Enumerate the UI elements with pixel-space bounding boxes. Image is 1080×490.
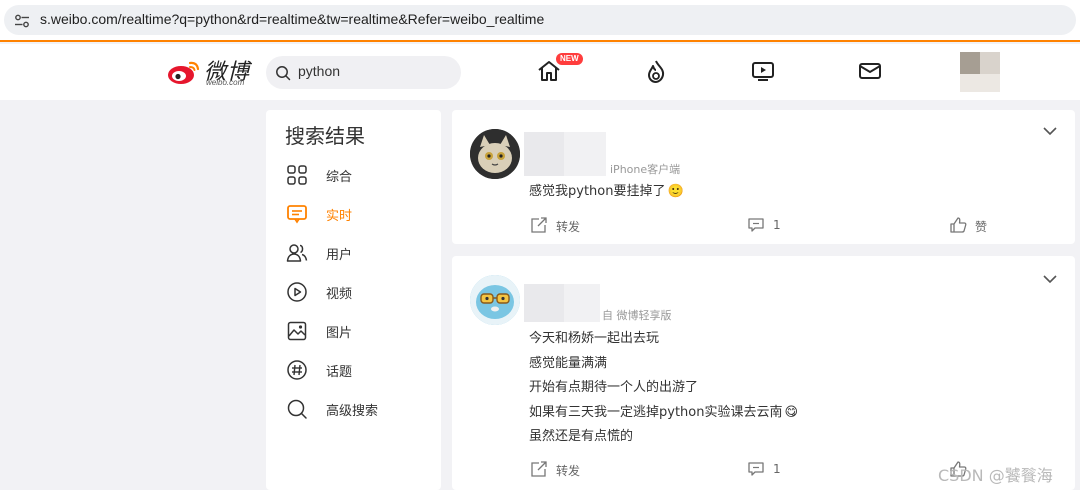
logo-subtext: weibo.com: [206, 78, 245, 87]
new-badge: NEW: [556, 53, 583, 65]
post-text-line: 感觉我python要挂掉了 🙂: [529, 184, 684, 199]
post-text-line: 如果有三天我一定逃掉python实验课去云南 😋: [529, 405, 799, 420]
play-icon: [287, 282, 307, 302]
emoji: 😋: [784, 405, 799, 420]
comment-icon: [748, 462, 764, 476]
sidebar-item-users[interactable]: 用户: [286, 238, 426, 268]
comment-count: 1: [773, 218, 781, 232]
topic-icon: [287, 360, 307, 380]
video-icon[interactable]: [750, 58, 776, 84]
search-filter-sidebar: 搜索结果 综合 实时 用户 视频 图片 话题 高级搜索: [266, 110, 441, 490]
site-settings-icon[interactable]: [14, 14, 30, 28]
repost-icon: [531, 461, 547, 477]
comment-icon: [748, 218, 764, 232]
post-card: iPhone客户端 感觉我python要挂掉了 🙂 转发 1 赞: [452, 110, 1075, 244]
sidebar-item-realtime[interactable]: 实时: [286, 199, 426, 229]
chevron-down-icon[interactable]: [1043, 126, 1057, 136]
post-source: iPhone客户端: [610, 163, 681, 176]
chevron-down-icon[interactable]: [1043, 274, 1057, 284]
url-field[interactable]: s.weibo.com/realtime?q=python&rd=realtim…: [4, 5, 1076, 35]
weibo-eye-icon: [168, 61, 200, 84]
sidebar-item-label: 实时: [326, 209, 353, 224]
sidebar-item-label: 用户: [326, 248, 353, 263]
username-redacted[interactable]: [524, 132, 564, 176]
comment-count: 1: [773, 462, 781, 476]
sidebar-item-images[interactable]: 图片: [286, 316, 426, 346]
username-redacted[interactable]: [524, 284, 564, 322]
sidebar-item-video[interactable]: 视频: [286, 277, 426, 307]
users-icon: [286, 244, 308, 262]
search-icon[interactable]: [275, 65, 291, 81]
sidebar-title: 搜索结果: [285, 124, 365, 148]
like-label: 赞: [975, 220, 988, 234]
sidebar-item-all[interactable]: 综合: [286, 160, 426, 190]
sidebar-item-advanced-search[interactable]: 高级搜索: [286, 394, 426, 424]
image-icon: [287, 321, 307, 341]
sidebar-item-topics[interactable]: 话题: [286, 355, 426, 385]
browser-address-bar: s.weibo.com/realtime?q=python&rd=realtim…: [0, 0, 1080, 42]
avatar[interactable]: [470, 275, 520, 325]
post-text-line: 感觉能量满满: [529, 356, 608, 371]
avatar[interactable]: [470, 129, 520, 179]
post-text-line: 今天和杨娇一起出去玩: [529, 331, 660, 346]
mail-icon[interactable]: [857, 58, 883, 84]
sidebar-item-label: 图片: [326, 326, 353, 341]
post-card: 自 微博轻享版 今天和杨娇一起出去玩 感觉能量满满 开始有点期待一个人的出游了 …: [452, 256, 1075, 490]
realtime-icon: [287, 205, 307, 224]
user-avatar[interactable]: [960, 52, 1000, 92]
weibo-logo[interactable]: 微博 weibo.com: [166, 54, 258, 90]
hot-icon[interactable]: [643, 58, 669, 84]
grid-icon: [287, 165, 307, 185]
search-icon: [287, 399, 307, 419]
url-text[interactable]: s.weibo.com/realtime?q=python&rd=realtim…: [40, 11, 544, 27]
post-text-line: 虽然还是有点慌的: [529, 429, 634, 444]
search-input[interactable]: [298, 63, 448, 79]
sidebar-item-label: 话题: [326, 365, 353, 380]
thumbs-up-icon: [950, 217, 967, 233]
sidebar-item-label: 高级搜索: [326, 404, 379, 419]
search-box[interactable]: [266, 56, 461, 89]
repost-icon: [531, 217, 547, 233]
sidebar-item-label: 视频: [326, 287, 353, 302]
csdn-watermark: CSDN @饕餮海: [938, 466, 1053, 485]
post-text-line: 开始有点期待一个人的出游了: [529, 380, 699, 395]
emoji: 🙂: [667, 184, 684, 199]
post-source: 自 微博轻享版: [602, 309, 672, 322]
sidebar-item-label: 综合: [326, 170, 353, 185]
weibo-top-nav: 微博 weibo.com NEW: [0, 44, 1080, 100]
